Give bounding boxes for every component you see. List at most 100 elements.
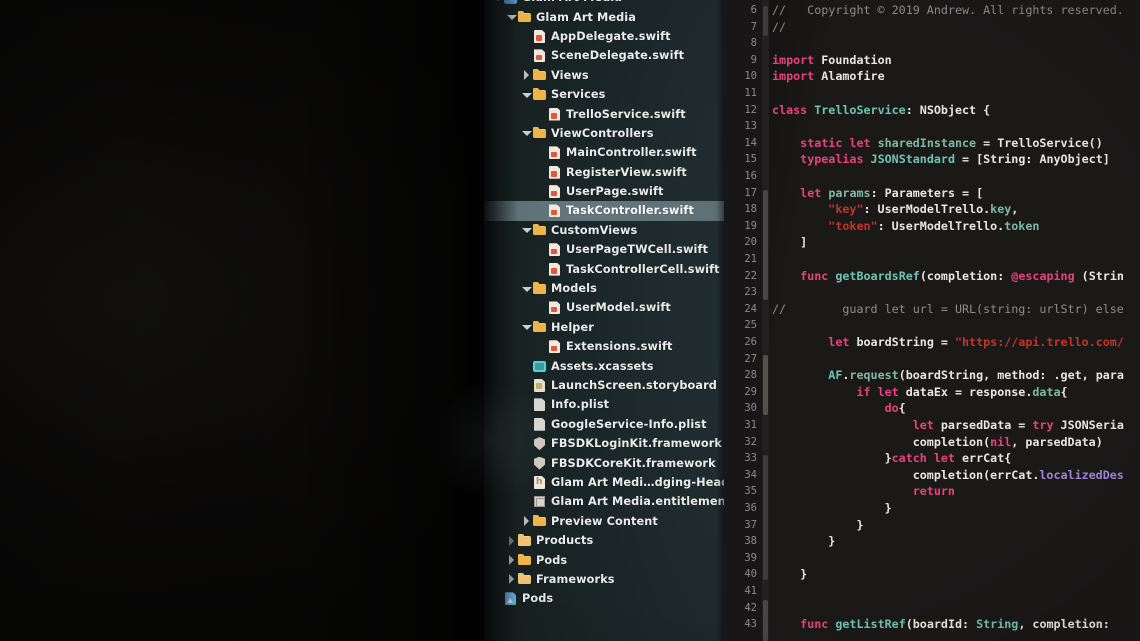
fold-ribbon-segment[interactable] <box>763 190 768 300</box>
code-line[interactable]: } <box>772 533 835 550</box>
navigator-row[interactable]: ViewControllers <box>484 124 724 143</box>
code-line[interactable]: func getListRef(boardId: String, complet… <box>772 616 1117 633</box>
code-line[interactable] <box>772 351 779 368</box>
code-line[interactable]: static let sharedInstance = TrelloServic… <box>772 135 1103 152</box>
code-line[interactable]: // guard let url = URL(string: urlStr) e… <box>772 301 1124 318</box>
code-line[interactable]: }catch let errCat{ <box>772 450 1012 467</box>
navigator-row[interactable]: Glam Art Media.entitlements <box>484 492 724 511</box>
chevron-down-icon[interactable] <box>521 225 532 236</box>
navigator-row[interactable]: TrelloService.swift <box>484 104 724 123</box>
navigator-row[interactable]: Models <box>484 279 724 298</box>
code-line[interactable] <box>772 168 779 185</box>
chevron-down-icon[interactable] <box>506 12 517 23</box>
plist-file-icon <box>533 397 546 412</box>
line-number: 36 <box>744 502 757 514</box>
code-line[interactable]: } <box>772 517 863 534</box>
chevron-right-icon[interactable] <box>506 535 517 546</box>
chevron-down-icon[interactable] <box>492 0 503 3</box>
code-line[interactable] <box>772 35 779 52</box>
fold-ribbon-segment[interactable] <box>763 355 768 415</box>
code-token-kw: typealias <box>800 152 864 167</box>
code-line[interactable]: AF.request(boardString, method: .get, pa… <box>772 367 1124 384</box>
navigator-row[interactable]: FBSDKLoginKit.framework <box>484 434 724 453</box>
navigator-row[interactable]: SceneDelegate.swift <box>484 46 724 65</box>
navigator-row[interactable]: Info.plist <box>484 395 724 414</box>
chevron-down-icon[interactable] <box>521 128 532 139</box>
code-line[interactable]: ] <box>772 234 807 251</box>
code-line[interactable] <box>772 583 779 600</box>
code-line[interactable]: // <box>772 19 786 36</box>
code-line[interactable]: let parsedData = try JSONSeria <box>772 417 1124 434</box>
navigator-row[interactable]: Services <box>484 85 724 104</box>
navigator-row[interactable]: Assets.xcassets <box>484 356 724 375</box>
code-line[interactable]: completion(errCat.localizedDes <box>772 467 1124 484</box>
code-line[interactable]: if let dataEx = response.data{ <box>772 384 1067 401</box>
navigator-row[interactable]: Views <box>484 66 724 85</box>
code-line[interactable]: let params: Parameters = [ <box>772 185 983 202</box>
navigator-row[interactable]: CustomViews <box>484 221 724 240</box>
code-line[interactable]: completion(nil, parsedData) <box>772 434 1103 451</box>
chevron-right-icon[interactable] <box>506 555 517 566</box>
navigator-row[interactable]: Helper <box>484 318 724 337</box>
navigator-row[interactable]: Products <box>484 531 724 550</box>
fold-ribbon-segment[interactable] <box>763 600 768 641</box>
code-line[interactable]: import Foundation <box>772 52 892 69</box>
navigator-item-label: Services <box>551 88 606 102</box>
chevron-right-icon[interactable] <box>521 70 532 81</box>
navigator-row[interactable]: Pods <box>484 589 724 608</box>
code-line[interactable] <box>772 284 779 301</box>
code-line[interactable]: func getBoardsRef(completion: @escaping … <box>772 268 1124 285</box>
chevron-down-icon[interactable] <box>521 322 532 333</box>
code-line[interactable]: "key": UserModelTrello.key, <box>772 201 1018 218</box>
code-line[interactable] <box>772 118 779 135</box>
navigator-item-label: UserPage.swift <box>566 185 664 199</box>
fold-ribbon-segment[interactable] <box>763 6 768 36</box>
code-line[interactable] <box>772 85 779 102</box>
navigator-row[interactable]: TaskControllerCell.swift <box>484 259 724 278</box>
navigator-row[interactable]: RegisterView.swift <box>484 163 724 182</box>
navigator-row-selected[interactable]: TaskController.swift <box>484 201 724 221</box>
chevron-down-icon[interactable] <box>521 283 532 294</box>
navigator-row[interactable]: Extensions.swift <box>484 337 724 356</box>
code-folding-ribbon[interactable] <box>762 0 769 641</box>
code-line[interactable] <box>772 550 779 567</box>
navigator-row[interactable]: UserPageTWCell.swift <box>484 240 724 259</box>
code-line[interactable] <box>772 600 779 617</box>
code-line[interactable]: import Alamofire <box>772 68 885 85</box>
project-navigator[interactable]: Glam Art Media Glam Art Media AppDelegate.… <box>484 0 724 641</box>
navigator-file-list[interactable]: Glam Art Media Glam Art Media AppDelegate.… <box>484 0 724 609</box>
chevron-right-icon[interactable] <box>506 574 517 585</box>
code-line[interactable]: let boardString = "https://api.trello.co… <box>772 334 1124 351</box>
chevron-down-icon[interactable] <box>521 89 532 100</box>
navigator-row[interactable]: LaunchScreen.storyboard <box>484 376 724 395</box>
source-code-editor[interactable]: 6 7 8 9 10 11 12 13 14 15 16 17 18 19 20 21 22 23 24 25 26 27… <box>724 0 1140 641</box>
code-line[interactable]: } <box>772 500 892 517</box>
navigator-row[interactable]: FBSDKCoreKit.framework <box>484 453 724 472</box>
navigator-row[interactable]: Frameworks <box>484 570 724 589</box>
navigator-row[interactable]: AppDelegate.swift <box>484 27 724 46</box>
code-line[interactable]: class TrelloService: NSObject { <box>772 102 990 119</box>
code-line[interactable]: typealias JSONStandard = [String: AnyObj… <box>772 151 1110 168</box>
code-token-prop: token <box>1004 218 1040 233</box>
code-line[interactable]: "token": UserModelTrello.token <box>772 218 1039 235</box>
navigator-row[interactable]: Glam Art Medi…dging-Header.h <box>484 473 724 492</box>
swift-file-icon <box>548 184 561 199</box>
code-line[interactable] <box>772 251 779 268</box>
navigator-row[interactable]: Pods <box>484 550 724 569</box>
chevron-right-icon[interactable] <box>521 516 532 527</box>
code-line[interactable]: do{ <box>772 400 906 417</box>
fold-ribbon-segment[interactable] <box>763 455 768 580</box>
code-line[interactable]: } <box>772 566 807 583</box>
navigator-row[interactable]: Glam Art Media <box>484 7 724 26</box>
code-line[interactable]: // Copyright © 2019 Andrew. All rights r… <box>772 2 1124 19</box>
navigator-row[interactable]: UserModel.swift <box>484 298 724 317</box>
code-line[interactable] <box>772 317 779 334</box>
line-number: 32 <box>744 435 757 448</box>
navigator-row[interactable]: Preview Content <box>484 512 724 531</box>
navigator-row[interactable]: MainController.swift <box>484 143 724 162</box>
navigator-row[interactable]: UserPage.swift <box>484 182 724 201</box>
navigator-row[interactable]: Glam Art Media <box>484 0 724 7</box>
navigator-row[interactable]: GoogleService-Info.plist <box>484 415 724 434</box>
code-line[interactable]: return <box>772 483 955 500</box>
